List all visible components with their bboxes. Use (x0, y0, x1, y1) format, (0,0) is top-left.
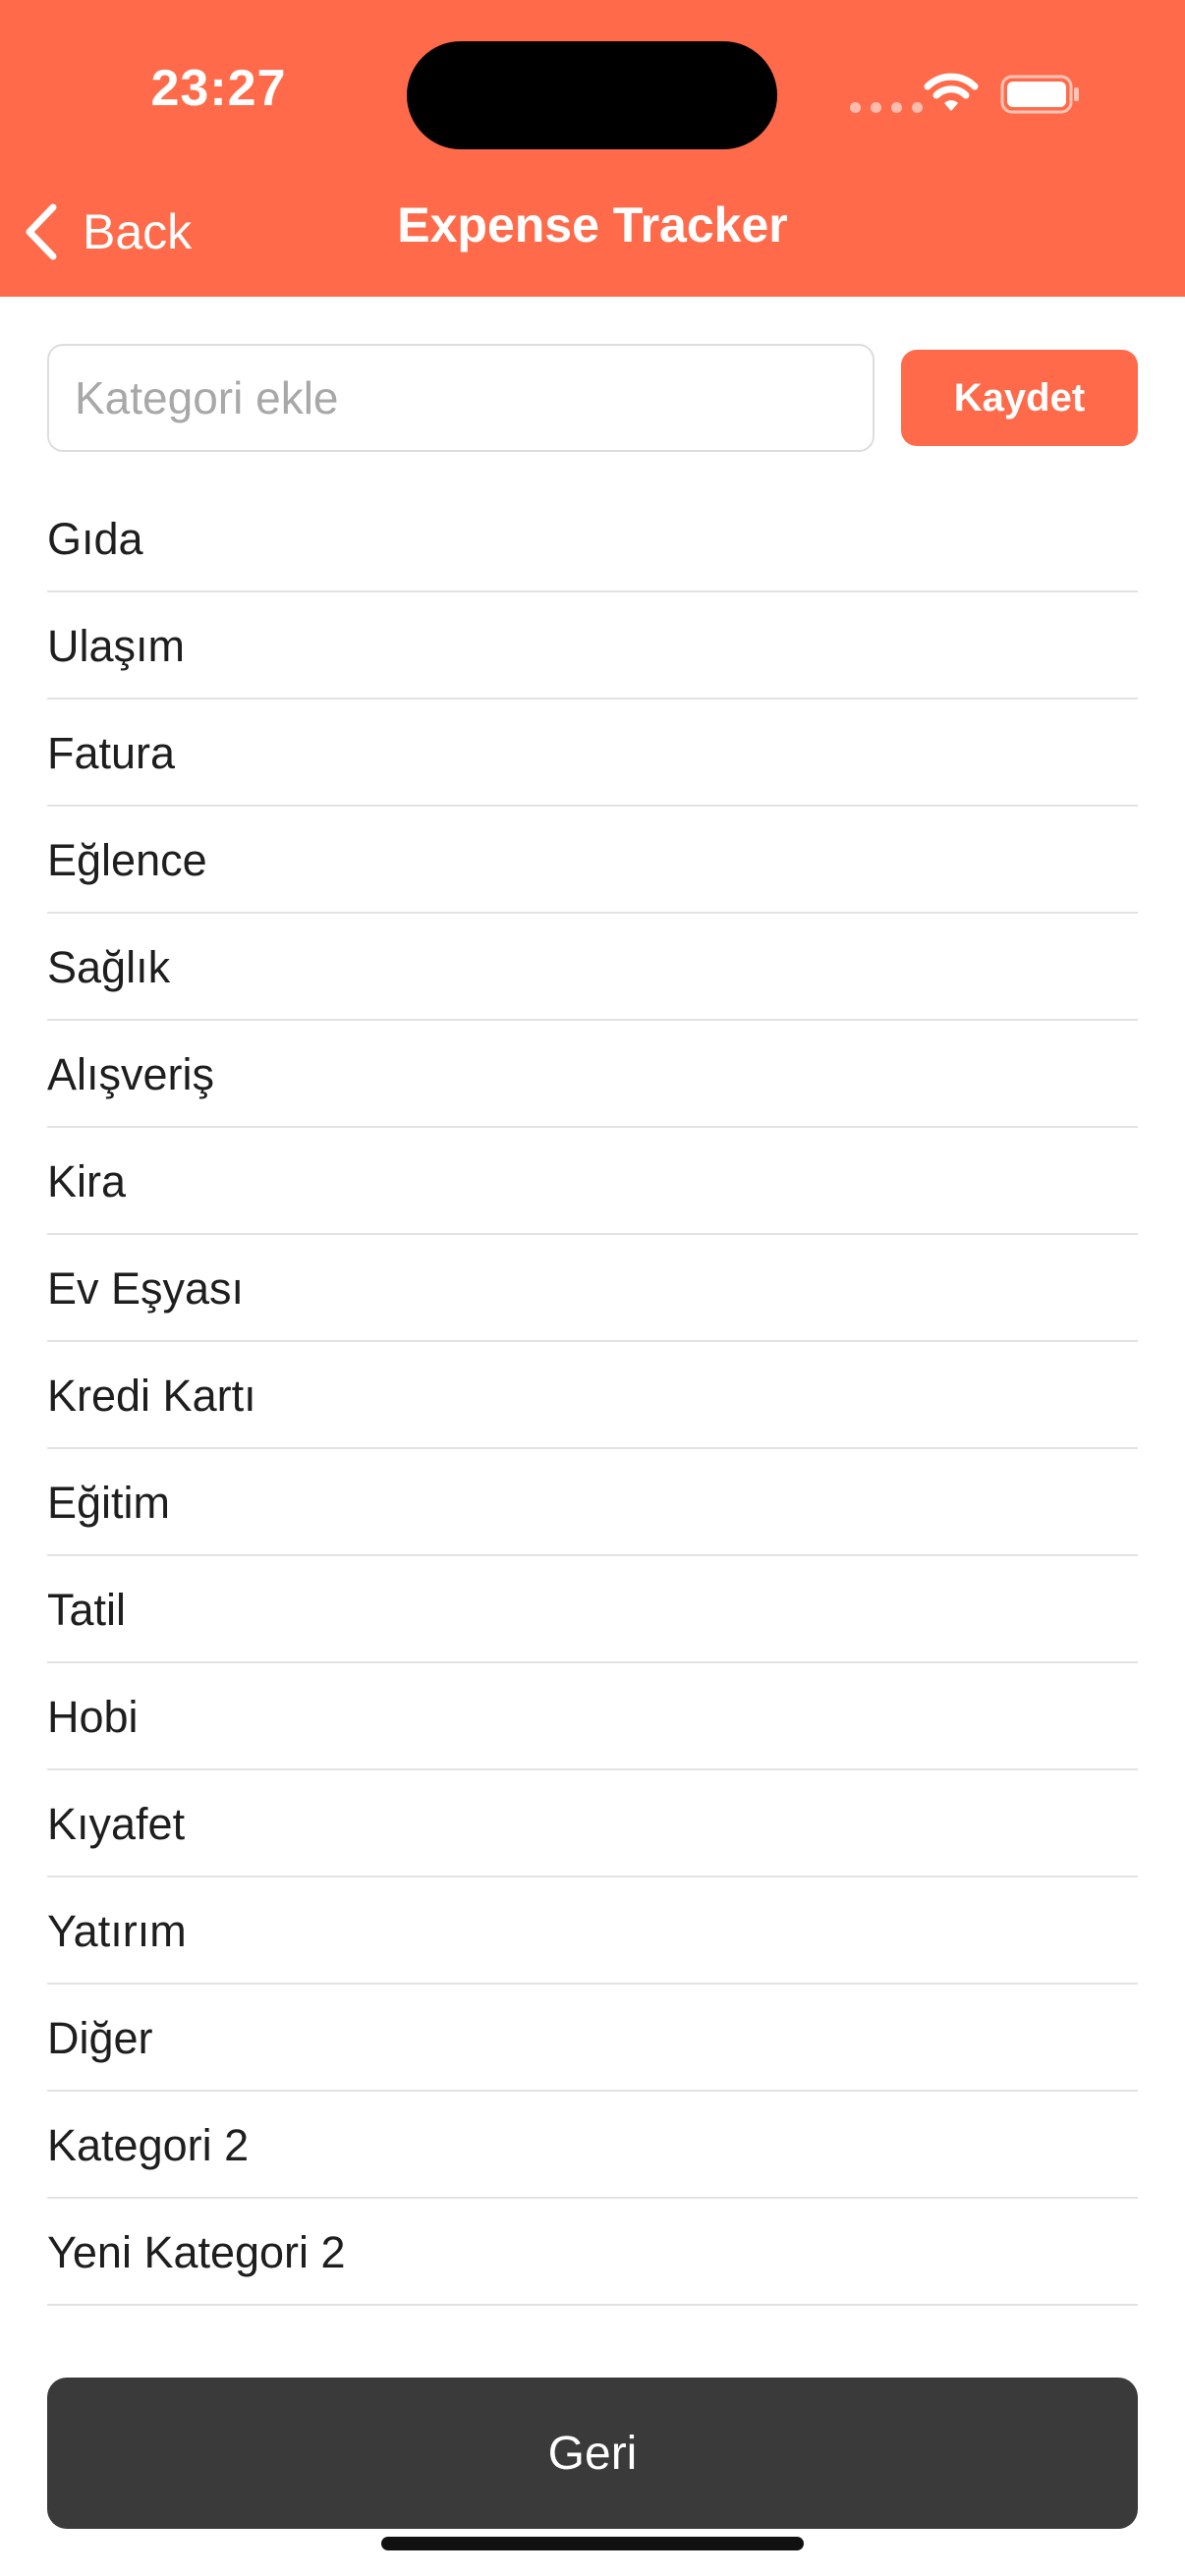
category-item[interactable]: Hobi (47, 1663, 1138, 1770)
category-item[interactable]: Fatura (47, 700, 1138, 807)
category-item[interactable]: Yeni Kategori 2 (47, 2199, 1138, 2306)
category-item[interactable]: Eğitim (47, 1449, 1138, 1556)
category-item[interactable]: Kıyafet (47, 1770, 1138, 1877)
chevron-left-icon (26, 203, 57, 260)
category-item[interactable]: Ev Eşyası (47, 1235, 1138, 1342)
category-item[interactable]: Diğer (47, 1985, 1138, 2092)
navigation-header: 23:27 Back Expense Tracker (0, 0, 1185, 297)
back-button-label: Back (83, 204, 193, 259)
category-item[interactable]: Kira (47, 1128, 1138, 1235)
category-item[interactable]: Kategori 2 (47, 2092, 1138, 2199)
geri-button[interactable]: Geri (47, 2378, 1138, 2529)
home-indicator[interactable] (381, 2537, 804, 2550)
category-item[interactable]: Ulaşım (47, 592, 1138, 700)
category-input[interactable] (47, 344, 875, 452)
category-item[interactable]: Kredi Kartı (47, 1342, 1138, 1449)
status-bar-time: 23:27 (150, 60, 287, 117)
category-item[interactable]: Gıda (47, 485, 1138, 592)
cellular-signal-icon (850, 102, 923, 113)
category-item[interactable]: Alışveriş (47, 1021, 1138, 1128)
category-item[interactable]: Sağlık (47, 914, 1138, 1021)
battery-icon (1000, 75, 1079, 114)
wifi-icon (924, 73, 979, 111)
save-button[interactable]: Kaydet (901, 350, 1138, 446)
back-button[interactable]: Back (22, 193, 192, 271)
category-item[interactable]: Yatırım (47, 1877, 1138, 1985)
category-list: Gıda Ulaşım Fatura Eğlence Sağlık Alışve… (47, 485, 1138, 2306)
add-category-row: Kaydet (47, 344, 1138, 452)
page-title: Expense Tracker (397, 197, 788, 252)
category-item[interactable]: Tatil (47, 1556, 1138, 1663)
category-item[interactable]: Eğlence (47, 807, 1138, 914)
dynamic-island (407, 41, 777, 149)
